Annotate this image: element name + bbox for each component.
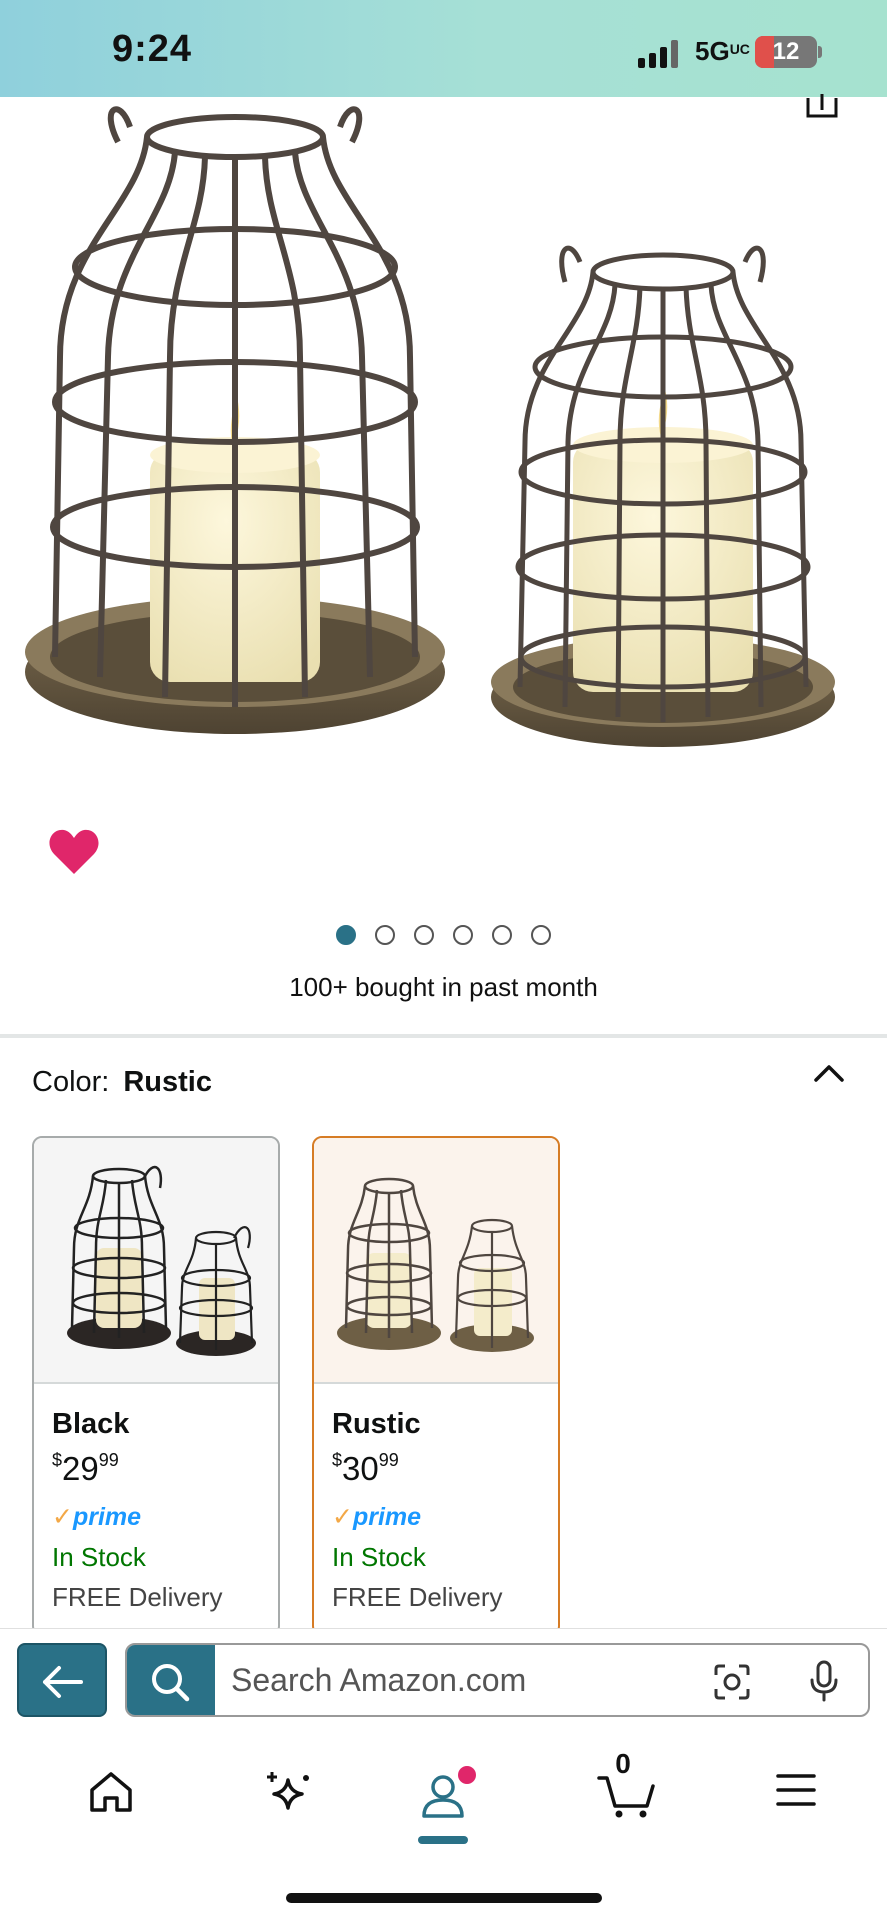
pagination-dot-1[interactable] — [336, 925, 356, 945]
pagination-dot-6[interactable] — [531, 925, 551, 945]
cart-count: 0 — [615, 1748, 631, 1779]
bottom-nav: 0 — [0, 1728, 887, 1920]
notification-badge — [458, 1766, 476, 1784]
pagination-dot-3[interactable] — [414, 925, 434, 945]
hamburger-menu-icon — [776, 1774, 816, 1806]
network-type: 5GUC — [695, 36, 750, 66]
color-label: Color: Rustic — [32, 1066, 212, 1098]
search-icon — [152, 1664, 190, 1702]
chevron-up-icon[interactable] — [812, 1060, 846, 1086]
stock-status: In Stock — [332, 1542, 426, 1572]
home-indicator — [286, 1893, 602, 1903]
swatch-price: $3099 — [332, 1450, 399, 1487]
nav-home[interactable] — [66, 1770, 156, 1850]
search-button[interactable] — [127, 1645, 215, 1715]
delivery-info: FREE Delivery — [332, 1582, 503, 1612]
prime-badge: ✓prime — [52, 1503, 142, 1531]
pagination-dot-4[interactable] — [453, 925, 473, 945]
active-tab-indicator — [418, 1836, 468, 1844]
search-bar-area — [0, 1628, 887, 1728]
prime-badge: ✓prime — [332, 1503, 422, 1531]
rustic-lantern-image — [337, 1177, 534, 1352]
status-bar: 9:24 5GUC 12 — [0, 0, 887, 97]
swatch-thumbnail — [314, 1138, 558, 1384]
product-image[interactable] — [0, 97, 887, 837]
pagination-dot-5[interactable] — [492, 925, 512, 945]
signal-icon — [638, 38, 678, 68]
color-swatch-black[interactable]: Black $2999 ✓prime In Stock FREE Deliver… — [32, 1136, 280, 1636]
black-lantern-image — [67, 1165, 256, 1356]
status-time: 9:24 — [112, 28, 193, 70]
nav-menu[interactable] — [752, 1770, 842, 1850]
favorite-heart-icon[interactable] — [48, 828, 100, 876]
battery-icon: 12 — [755, 36, 817, 68]
swatch-name: Rustic — [332, 1408, 421, 1440]
swatch-name: Black — [52, 1408, 130, 1440]
arrow-left-icon — [43, 1666, 83, 1698]
back-button[interactable] — [17, 1643, 107, 1717]
camera-scan-icon[interactable] — [712, 1663, 752, 1701]
search-box[interactable] — [125, 1643, 870, 1717]
pagination-dot-2[interactable] — [375, 925, 395, 945]
nav-ai-assistant[interactable] — [242, 1770, 332, 1850]
bought-count-text: 100+ bought in past month — [289, 972, 598, 1002]
battery-tip — [818, 46, 822, 58]
search-input[interactable] — [231, 1645, 691, 1715]
check-icon: ✓ — [52, 1503, 73, 1531]
battery-level: 12 — [772, 38, 800, 65]
delivery-info: FREE Delivery — [52, 1582, 223, 1612]
color-swatch-rustic[interactable]: Rustic $3099 ✓prime In Stock FREE Delive… — [312, 1136, 560, 1636]
home-icon — [90, 1772, 132, 1812]
check-icon: ✓ — [332, 1503, 353, 1531]
image-pagination — [0, 925, 887, 945]
selected-color-value: Rustic — [123, 1066, 212, 1098]
sparkle-icon — [267, 1772, 309, 1810]
microphone-icon[interactable] — [807, 1659, 841, 1703]
small-lantern — [491, 245, 835, 747]
swatch-thumbnail — [34, 1138, 278, 1384]
nav-cart[interactable] — [575, 1770, 665, 1850]
share-icon[interactable] — [804, 94, 840, 120]
swatch-price: $2999 — [52, 1450, 119, 1487]
section-divider — [0, 1034, 887, 1038]
stock-status: In Stock — [52, 1542, 146, 1572]
large-lantern — [25, 106, 445, 734]
